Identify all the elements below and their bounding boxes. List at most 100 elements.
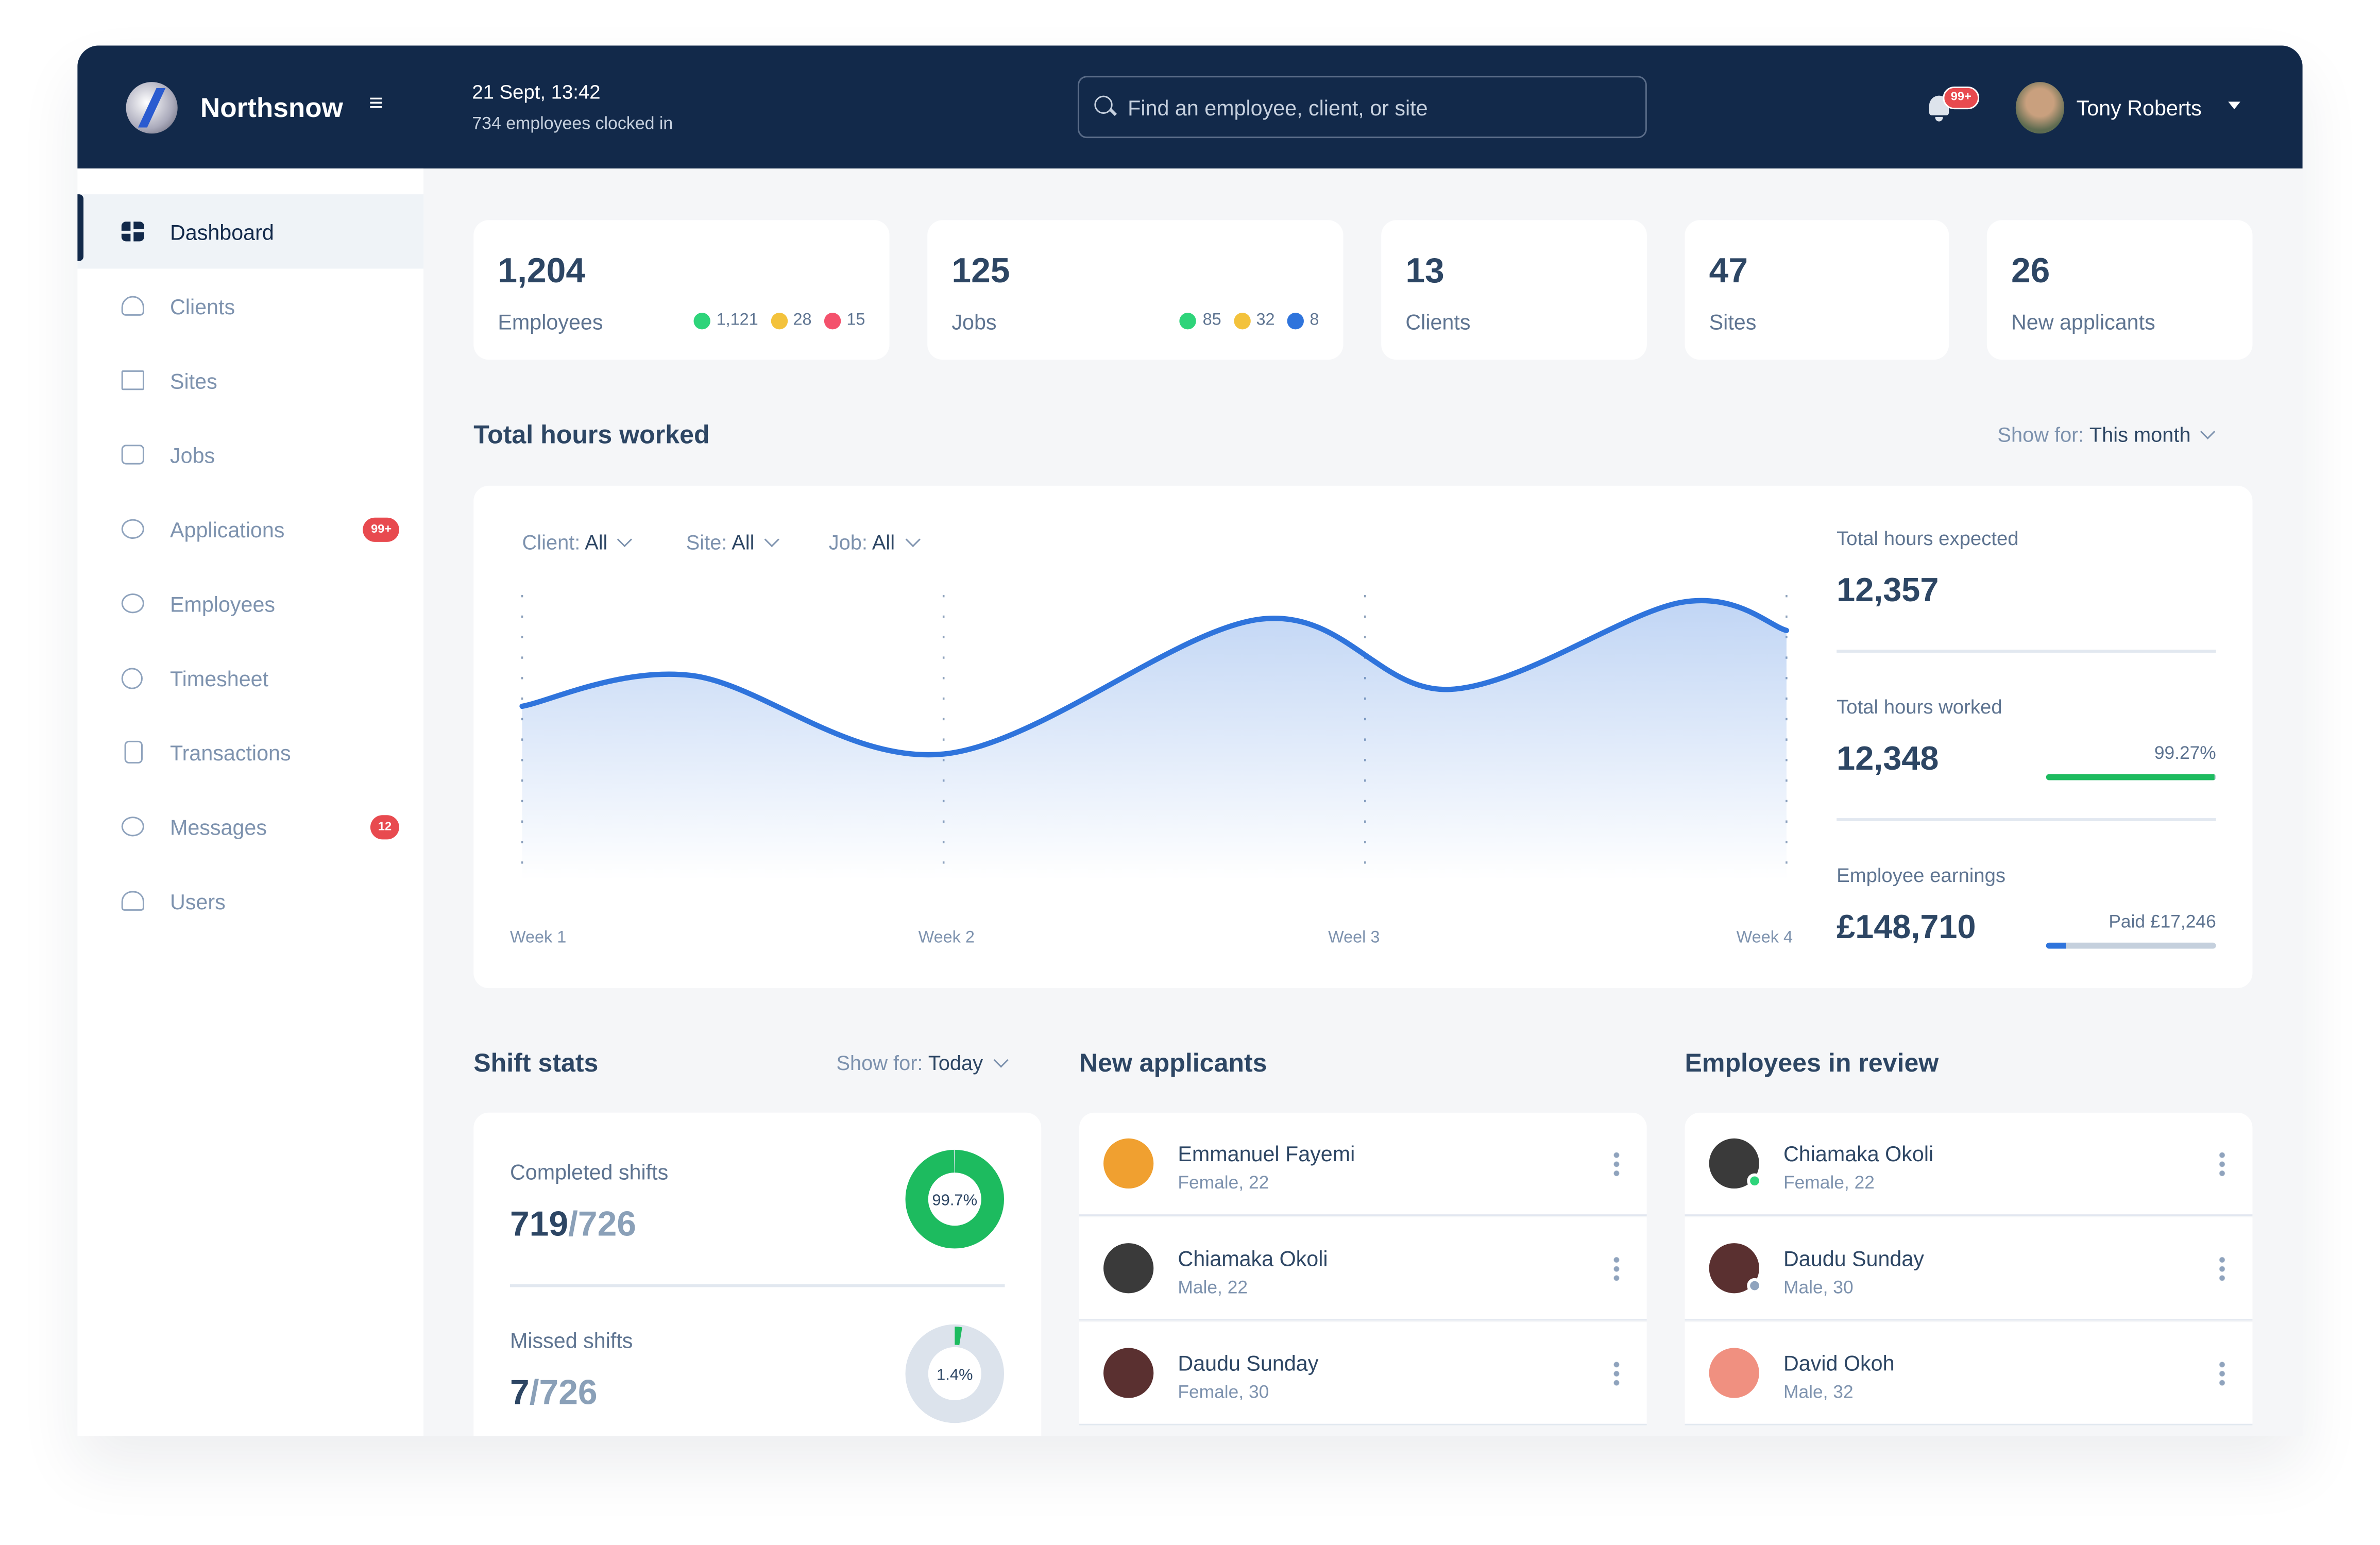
chevron-down-icon xyxy=(2200,424,2216,439)
expected-value: 12,357 xyxy=(1837,570,1939,609)
show-for-label: Show for: xyxy=(836,1051,923,1075)
briefcase-icon xyxy=(121,445,144,465)
timer-icon xyxy=(121,667,143,689)
list-item[interactable]: Daudu Sunday Male, 30 xyxy=(1685,1217,2253,1321)
list-item[interactable]: Emmanuel Fayemi Female, 22 xyxy=(1079,1112,1647,1216)
sidebar-item-clients[interactable]: Clients xyxy=(77,269,423,343)
faces-icon xyxy=(121,519,144,539)
stat-value: 1,204 xyxy=(498,250,586,290)
sidebar-item-sites[interactable]: Sites xyxy=(77,343,423,417)
completed-count: 719 xyxy=(509,1203,569,1244)
more-vertical-icon[interactable] xyxy=(1613,1360,1620,1388)
person-name: Chiamaka Okoli xyxy=(1178,1246,1328,1271)
user-icon xyxy=(121,891,144,911)
breakdown-value: 28 xyxy=(793,311,812,330)
person-name: Daudu Sunday xyxy=(1783,1246,1924,1271)
hamburger-menu-icon[interactable]: ≡ xyxy=(369,91,383,118)
review-list: Chiamaka Okoli Female, 22 Daudu Sunday Mal… xyxy=(1685,1112,2253,1436)
more-vertical-icon[interactable] xyxy=(2219,1255,2225,1283)
more-vertical-icon[interactable] xyxy=(2219,1150,2225,1178)
sidebar-item-applications[interactable]: Applications 99+ xyxy=(77,492,423,566)
person-meta: Male, 30 xyxy=(1783,1276,1854,1298)
stat-card-employees[interactable]: 1,204 Employees 1,121 28 15 xyxy=(473,220,890,360)
person-meta: Female, 22 xyxy=(1178,1172,1269,1193)
missed-label: Missed shifts xyxy=(509,1328,633,1353)
missed-value: 7/726 xyxy=(510,1372,598,1414)
hours-period-dropdown[interactable]: Show for: This month xyxy=(1997,423,2216,447)
show-for-value: Today xyxy=(928,1051,983,1075)
completed-donut: 99.7% xyxy=(905,1149,1005,1249)
sidebar-item-employees[interactable]: Employees xyxy=(77,566,423,640)
more-vertical-icon[interactable] xyxy=(1613,1255,1620,1283)
more-vertical-icon[interactable] xyxy=(1613,1150,1620,1178)
person-meta: Male, 32 xyxy=(1783,1381,1854,1403)
avatar xyxy=(1709,1348,1759,1398)
sidebar-item-transactions[interactable]: Transactions xyxy=(77,715,423,789)
earnings-value: £148,710 xyxy=(1837,907,1976,946)
user-name[interactable]: Tony Roberts xyxy=(2077,96,2202,120)
sidebar-item-messages[interactable]: Messages 12 xyxy=(77,789,423,863)
sidebar-item-jobs[interactable]: Jobs xyxy=(77,417,423,491)
northsnow-logo[interactable] xyxy=(126,82,178,134)
status-dot xyxy=(1747,1278,1762,1294)
person-meta: Female, 30 xyxy=(1178,1381,1269,1403)
sidebar-item-dashboard[interactable]: Dashboard xyxy=(77,194,424,269)
divider xyxy=(509,1284,1005,1287)
list-item[interactable]: Chiamaka Okoli Female, 22 xyxy=(1685,1112,2253,1216)
sidebar: Dashboard Clients Sites Jobs Application… xyxy=(77,168,424,1436)
sidebar-item-label: Dashboard xyxy=(169,219,274,244)
status-dot-yellow xyxy=(1233,312,1250,329)
faces-icon xyxy=(121,593,144,614)
list-item[interactable]: Chiamaka Okoli Male, 22 xyxy=(1079,1217,1647,1321)
status-dot-green xyxy=(693,312,710,329)
x-tick-label: Week 2 xyxy=(918,929,975,947)
messages-badge: 12 xyxy=(370,814,399,839)
search-box[interactable] xyxy=(1077,76,1647,139)
list-item[interactable]: David Okoh Male, 32 xyxy=(1685,1322,2253,1425)
stat-breakdown: 85 32 8 xyxy=(1174,311,1319,329)
search-input[interactable] xyxy=(1128,77,1629,137)
x-tick-label: Week 4 xyxy=(1736,929,1793,947)
applications-badge: 99+ xyxy=(363,517,399,541)
top-bar: Northsnow ≡ 21 Sept, 13:42 734 employees… xyxy=(77,45,2303,169)
paid-progress-bar xyxy=(2046,942,2216,949)
stat-value: 125 xyxy=(951,250,1010,290)
sidebar-item-label: Users xyxy=(169,889,226,913)
hours-area-chart xyxy=(519,595,1790,880)
stat-value: 47 xyxy=(1709,250,1748,290)
list-item[interactable]: Daudu Sunday Female, 30 xyxy=(1079,1322,1647,1425)
stat-card-new-applicants[interactable]: 26 New applicants xyxy=(1986,220,2253,360)
caret-down-icon[interactable] xyxy=(2228,101,2240,110)
stat-breakdown: 1,121 28 15 xyxy=(688,311,865,329)
breakdown-value: 1,121 xyxy=(716,311,758,330)
x-tick-label: Week 1 xyxy=(509,929,567,947)
section-title-review: Employees in review xyxy=(1685,1048,1939,1078)
notification-badge: 99+ xyxy=(1943,86,1980,110)
sidebar-item-label: Transactions xyxy=(169,740,291,765)
show-for-value: This month xyxy=(2089,423,2191,447)
app-window: Northsnow ≡ 21 Sept, 13:42 734 employees… xyxy=(77,45,2303,1436)
sidebar-item-users[interactable]: Users xyxy=(77,864,423,938)
worked-progress-bar xyxy=(2046,774,2216,780)
paid-progress-fill xyxy=(2046,942,2066,949)
document-icon xyxy=(124,740,143,764)
stat-card-jobs[interactable]: 125 Jobs 85 32 8 xyxy=(927,220,1344,360)
worked-percent: 99.27% xyxy=(2154,742,2216,764)
person-name: David Okoh xyxy=(1783,1351,1895,1376)
sidebar-item-timesheet[interactable]: Timesheet xyxy=(77,640,423,715)
stat-label: New applicants xyxy=(2011,310,2155,334)
worked-label: Total hours worked xyxy=(1837,695,2002,718)
sidebar-item-label: Sites xyxy=(169,368,217,393)
stat-value: 26 xyxy=(2011,250,2050,290)
shifts-period-dropdown[interactable]: Show for: Today xyxy=(836,1051,1008,1075)
clocked-in-count: 734 employees clocked in xyxy=(472,115,673,134)
more-vertical-icon[interactable] xyxy=(2219,1360,2225,1388)
stat-label: Sites xyxy=(1709,310,1757,334)
user-avatar[interactable] xyxy=(2015,82,2065,134)
worked-value: 12,348 xyxy=(1837,739,1939,777)
divider xyxy=(1837,818,2216,822)
stat-card-clients[interactable]: 13 Clients xyxy=(1381,220,1647,360)
stat-card-sites[interactable]: 47 Sites xyxy=(1685,220,1949,360)
person-name: Daudu Sunday xyxy=(1178,1351,1319,1376)
person-name: Emmanuel Fayemi xyxy=(1178,1141,1355,1166)
